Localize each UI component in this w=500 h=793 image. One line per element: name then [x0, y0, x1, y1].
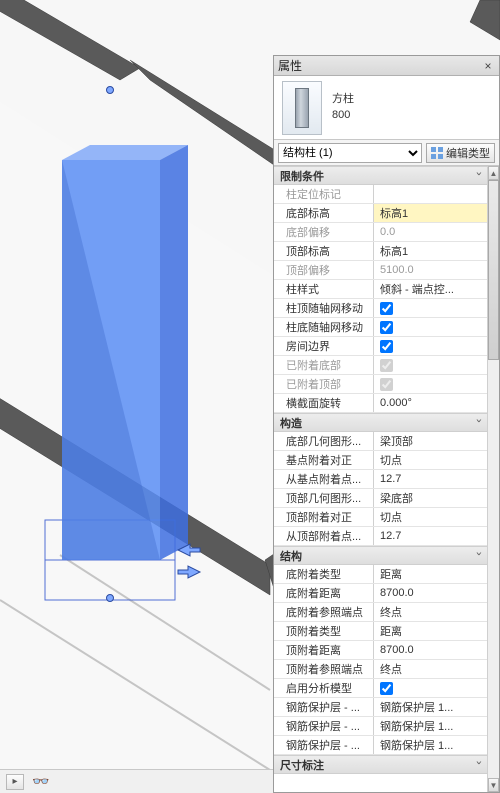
row-base-offset[interactable]: 底部偏移 0.0	[274, 223, 487, 242]
scroll-thumb[interactable]	[488, 180, 499, 360]
group-constraints[interactable]: 限制条件 ⱽ	[274, 166, 487, 185]
panel-title-text: 属性	[278, 57, 302, 74]
collapse-icon[interactable]: ⱽ	[477, 761, 481, 768]
row-top-attach-type[interactable]: 顶附着类型 距离	[274, 622, 487, 641]
properties-grid: 限制条件 ⱽ 柱定位标记 底部标高 标高1 底部偏移 0.0 顶部标高 标高1 …	[274, 166, 499, 792]
expand-button[interactable]: ▸	[6, 774, 24, 790]
glasses-icon[interactable]: 👓	[32, 773, 49, 790]
row-room-bounding[interactable]: 房间边界	[274, 337, 487, 356]
row-attached-base[interactable]: 已附着底部	[274, 356, 487, 375]
row-from-top-attach[interactable]: 从顶部附着点... 12.7	[274, 527, 487, 546]
row-location-mark[interactable]: 柱定位标记	[274, 185, 487, 204]
checkbox[interactable]	[380, 321, 393, 334]
edit-type-icon	[431, 147, 443, 159]
vertical-scrollbar[interactable]: ▲ ▼	[487, 166, 499, 792]
row-top-level[interactable]: 顶部标高 标高1	[274, 242, 487, 261]
row-top-moves-grid[interactable]: 柱顶随轴网移动	[274, 299, 487, 318]
collapse-icon[interactable]: ⱽ	[477, 552, 481, 559]
row-base-justification[interactable]: 基点附着对正 切点	[274, 451, 487, 470]
panel-titlebar[interactable]: 属性 ×	[274, 56, 499, 76]
checkbox[interactable]	[380, 340, 393, 353]
type-thumbnail	[282, 81, 322, 135]
checkbox[interactable]	[380, 302, 393, 315]
row-rebar-cover-1[interactable]: 钢筋保护层 - ... 钢筋保护层 1...	[274, 698, 487, 717]
view-control-bar: ▸ 👓	[0, 769, 273, 793]
properties-panel: 属性 × 方柱 800 结构柱 (1) 编辑类型 限制条件 ⱽ 柱定位标记	[273, 55, 500, 793]
group-structural[interactable]: 结构 ⱽ	[274, 546, 487, 565]
collapse-icon[interactable]: ⱽ	[477, 172, 481, 179]
checkbox[interactable]	[380, 682, 393, 695]
family-name: 方柱	[332, 92, 354, 107]
checkbox	[380, 378, 393, 391]
row-base-attach-dist[interactable]: 底附着距离 8700.0	[274, 584, 487, 603]
checkbox	[380, 359, 393, 372]
row-base-attach-type[interactable]: 底附着类型 距离	[274, 565, 487, 584]
instance-filter-select[interactable]: 结构柱 (1)	[278, 143, 422, 163]
type-size: 800	[332, 108, 354, 123]
row-top-attach-ref[interactable]: 顶附着参照端点 终点	[274, 660, 487, 679]
row-cross-rotation[interactable]: 横截面旋转 0.000°	[274, 394, 487, 413]
row-base-moves-grid[interactable]: 柱底随轴网移动	[274, 318, 487, 337]
group-dimensions[interactable]: 尺寸标注 ⱽ	[274, 755, 487, 774]
edit-type-label: 编辑类型	[446, 145, 490, 161]
scroll-up-icon[interactable]: ▲	[488, 166, 499, 180]
row-base-level[interactable]: 底部标高 标高1	[274, 204, 487, 223]
row-analytical-model[interactable]: 启用分析模型	[274, 679, 487, 698]
row-top-cut-style[interactable]: 顶部几何图形... 梁底部	[274, 489, 487, 508]
edit-type-button[interactable]: 编辑类型	[426, 143, 495, 163]
group-construction[interactable]: 构造 ⱽ	[274, 413, 487, 432]
row-base-cut-style[interactable]: 底部几何图形... 梁顶部	[274, 432, 487, 451]
row-top-offset[interactable]: 顶部偏移 5100.0	[274, 261, 487, 280]
row-from-base-attach[interactable]: 从基点附着点... 12.7	[274, 470, 487, 489]
row-top-justification[interactable]: 顶部附着对正 切点	[274, 508, 487, 527]
type-text: 方柱 800	[332, 92, 354, 123]
row-rebar-cover-3[interactable]: 钢筋保护层 - ... 钢筋保护层 1...	[274, 736, 487, 755]
scroll-down-icon[interactable]: ▼	[488, 778, 499, 792]
row-attached-top[interactable]: 已附着顶部	[274, 375, 487, 394]
row-base-attach-ref[interactable]: 底附着参照端点 终点	[274, 603, 487, 622]
row-top-attach-dist[interactable]: 顶附着距离 8700.0	[274, 641, 487, 660]
close-icon[interactable]: ×	[481, 59, 495, 73]
type-selector[interactable]: 方柱 800	[274, 76, 499, 140]
row-rebar-cover-2[interactable]: 钢筋保护层 - ... 钢筋保护层 1...	[274, 717, 487, 736]
collapse-icon[interactable]: ⱽ	[477, 419, 481, 426]
row-column-style[interactable]: 柱样式 倾斜 - 端点控...	[274, 280, 487, 299]
